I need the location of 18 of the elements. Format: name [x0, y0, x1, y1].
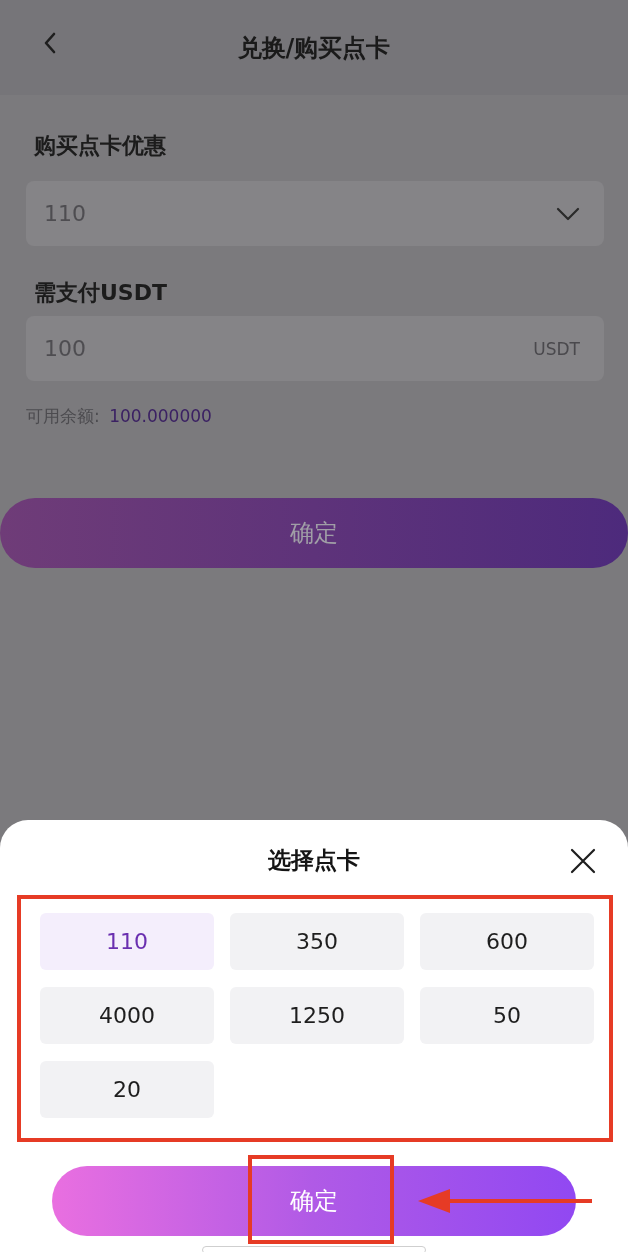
card-option[interactable]: 1250 [230, 987, 404, 1044]
sheet-title: 选择点卡 [268, 845, 360, 875]
card-option[interactable]: 20 [40, 1061, 214, 1118]
card-option[interactable]: 600 [420, 913, 594, 970]
page-title: 兑换/购买点卡 [237, 32, 391, 64]
chevron-down-icon [556, 206, 580, 221]
balance-value: 100.000000 [109, 406, 212, 426]
close-icon[interactable] [570, 848, 596, 874]
arrow-icon [416, 1186, 594, 1216]
confirm-button[interactable]: 确定 [52, 1166, 576, 1236]
card-option[interactable]: 110 [40, 913, 214, 970]
card-option[interactable]: 50 [420, 987, 594, 1044]
card-option[interactable]: 350 [230, 913, 404, 970]
field-label: 需支付USDT [34, 280, 167, 306]
card-option[interactable]: 4000 [40, 987, 214, 1044]
field-label: 购买点卡优惠 [34, 133, 166, 159]
back-icon[interactable] [43, 31, 57, 55]
confirm-button[interactable]: 确定 [0, 498, 628, 568]
